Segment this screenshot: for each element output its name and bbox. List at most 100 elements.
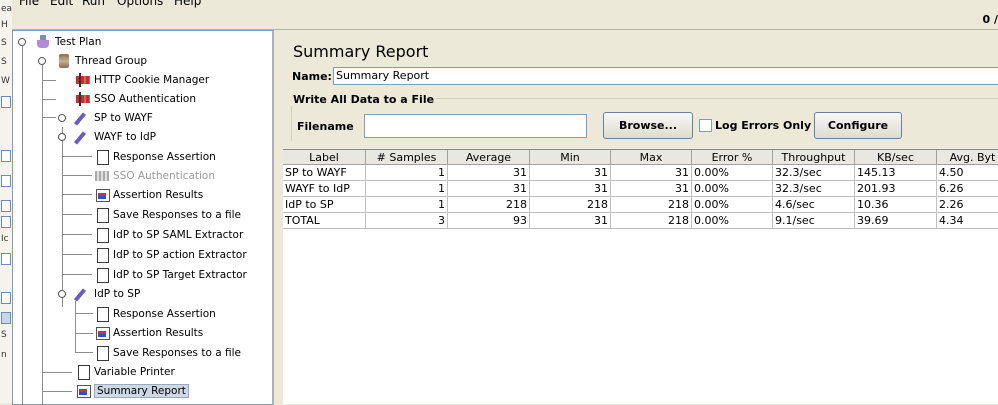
spool-icon: [57, 54, 71, 68]
table-cell[interactable]: 4.6/sec: [773, 197, 855, 213]
tree-node-wayf-to-idp[interactable]: WAYF to IdP: [76, 128, 156, 146]
test-plan-tree[interactable]: Test Plan Thread Group HTTP Cookie Manag…: [12, 30, 274, 405]
tree-node-assertion-results-2[interactable]: Assertion Results: [95, 324, 203, 342]
table-cell[interactable]: 31: [611, 181, 692, 197]
document-icon: [95, 150, 109, 165]
table-row-label[interactable]: WAYF to IdP: [283, 181, 366, 197]
table-cell[interactable]: 31: [448, 181, 530, 197]
table-cell[interactable]: 31: [530, 181, 611, 197]
document-icon: [95, 346, 109, 361]
table-cell[interactable]: 32.3/sec: [773, 165, 855, 181]
tree-node-save-responses[interactable]: Save Responses to a file: [95, 206, 241, 224]
table-cell[interactable]: 0.00%: [692, 213, 773, 229]
flask-icon: [37, 35, 51, 49]
table-cell[interactable]: 145.13: [855, 165, 937, 181]
table-cell[interactable]: 0.00%: [692, 165, 773, 181]
log-errors-checkbox[interactable]: [699, 119, 712, 132]
column-header[interactable]: Average: [448, 150, 530, 165]
table-cell[interactable]: 4.50: [937, 165, 998, 181]
table-cell[interactable]: 218: [448, 197, 530, 213]
tree-node-idp-to-sp[interactable]: IdP to SP: [76, 285, 140, 303]
table-cell[interactable]: 201.93: [855, 181, 937, 197]
chart-listener-icon: [95, 326, 110, 340]
document-icon: [95, 307, 109, 322]
menu-file[interactable]: File: [19, 0, 39, 8]
table-cell[interactable]: 9.1/sec: [773, 213, 855, 229]
column-header[interactable]: # Samples: [366, 150, 448, 165]
table-cell[interactable]: 10.36: [855, 197, 937, 213]
table-row-label[interactable]: SP to WAYF: [283, 165, 366, 181]
tree-node-test-plan[interactable]: Test Plan: [37, 33, 101, 51]
table-cell[interactable]: 4.34: [937, 213, 998, 229]
active-thread-count: 0 /: [982, 13, 998, 26]
write-to-file-group-title: Write All Data to a File: [291, 93, 437, 106]
menu-options[interactable]: Options: [117, 0, 163, 8]
table-cell[interactable]: 1: [366, 165, 448, 181]
expand-toggle-idp-to-sp[interactable]: [58, 290, 66, 298]
expand-toggle-test-plan[interactable]: [18, 38, 26, 46]
tree-node-save-responses-2[interactable]: Save Responses to a file: [95, 344, 241, 362]
tree-node-sso-authentication[interactable]: SSO Authentication: [76, 90, 196, 108]
table-cell[interactable]: 31: [530, 165, 611, 181]
table-cell[interactable]: 2.26: [937, 197, 998, 213]
config-element-icon: [76, 92, 90, 106]
pipette-sampler-icon: [76, 130, 90, 144]
column-header[interactable]: Label: [283, 150, 366, 165]
menu-bar: File Edit Run Options Help: [12, 0, 998, 9]
table-cell[interactable]: 1: [366, 181, 448, 197]
filename-label: Filename: [297, 120, 354, 133]
table-cell[interactable]: 39.69: [855, 213, 937, 229]
expand-toggle-wayf-to-idp[interactable]: [58, 133, 66, 141]
browse-button[interactable]: Browse...: [603, 112, 693, 139]
menu-edit[interactable]: Edit: [50, 0, 73, 8]
tree-node-target-extractor[interactable]: IdP to SP Target Extractor: [95, 266, 247, 284]
menu-help[interactable]: Help: [174, 0, 201, 8]
column-header[interactable]: Throughput: [773, 150, 855, 165]
tree-node-sp-to-wayf[interactable]: SP to WAYF: [76, 109, 153, 127]
column-header[interactable]: Max: [611, 150, 692, 165]
table-cell[interactable]: 31: [611, 165, 692, 181]
table-cell[interactable]: 31: [530, 213, 611, 229]
column-header[interactable]: KB/sec: [855, 150, 937, 165]
panel-title: Summary Report: [293, 42, 429, 61]
tree-node-thread-group[interactable]: Thread Group: [57, 52, 147, 70]
expand-toggle-thread-group[interactable]: [38, 57, 46, 65]
table-cell[interactable]: 31: [448, 165, 530, 181]
toolbar: 0 /: [12, 9, 998, 30]
tree-node-response-assertion[interactable]: Response Assertion: [95, 148, 216, 166]
configure-button[interactable]: Configure: [814, 112, 902, 139]
tree-node-summary-report[interactable]: Summary Report: [76, 382, 189, 400]
document-icon: [95, 208, 109, 223]
disabled-config-icon: [95, 169, 109, 183]
table-cell[interactable]: 6.26: [937, 181, 998, 197]
tree-node-http-cookie-manager[interactable]: HTTP Cookie Manager: [76, 71, 209, 89]
tree-node-variable-printer[interactable]: Variable Printer: [76, 363, 175, 381]
tree-node-sso-authentication-disabled[interactable]: SSO Authentication: [95, 167, 215, 185]
table-cell[interactable]: 218: [530, 197, 611, 213]
table-cell[interactable]: 1: [366, 197, 448, 213]
table-cell[interactable]: 32.3/sec: [773, 181, 855, 197]
pipette-sampler-icon: [76, 287, 90, 301]
tree-node-assertion-results[interactable]: Assertion Results: [95, 186, 203, 204]
table-cell[interactable]: 93: [448, 213, 530, 229]
table-cell[interactable]: 218: [611, 197, 692, 213]
column-header[interactable]: Avg. Byt: [937, 150, 998, 165]
expand-toggle-sp-to-wayf[interactable]: [58, 114, 66, 122]
table-cell[interactable]: 218: [611, 213, 692, 229]
menu-run[interactable]: Run: [82, 0, 105, 8]
tree-node-saml-extractor[interactable]: IdP to SP SAML Extractor: [95, 226, 243, 244]
column-header[interactable]: Error %: [692, 150, 773, 165]
table-cell[interactable]: 3: [366, 213, 448, 229]
chart-listener-icon: [76, 384, 91, 398]
name-label: Name:: [292, 70, 332, 83]
name-input[interactable]: Summary Report: [333, 67, 998, 85]
table-row-label[interactable]: TOTAL: [283, 213, 366, 229]
table-cell[interactable]: 0.00%: [692, 197, 773, 213]
tree-node-response-assertion-2[interactable]: Response Assertion: [95, 305, 216, 323]
tree-node-action-extractor[interactable]: IdP to SP action Extractor: [95, 246, 247, 264]
table-row-label[interactable]: IdP to SP: [283, 197, 366, 213]
pipette-sampler-icon: [76, 111, 90, 125]
table-cell[interactable]: 0.00%: [692, 181, 773, 197]
column-header[interactable]: Min: [530, 150, 611, 165]
filename-input[interactable]: [364, 114, 587, 138]
